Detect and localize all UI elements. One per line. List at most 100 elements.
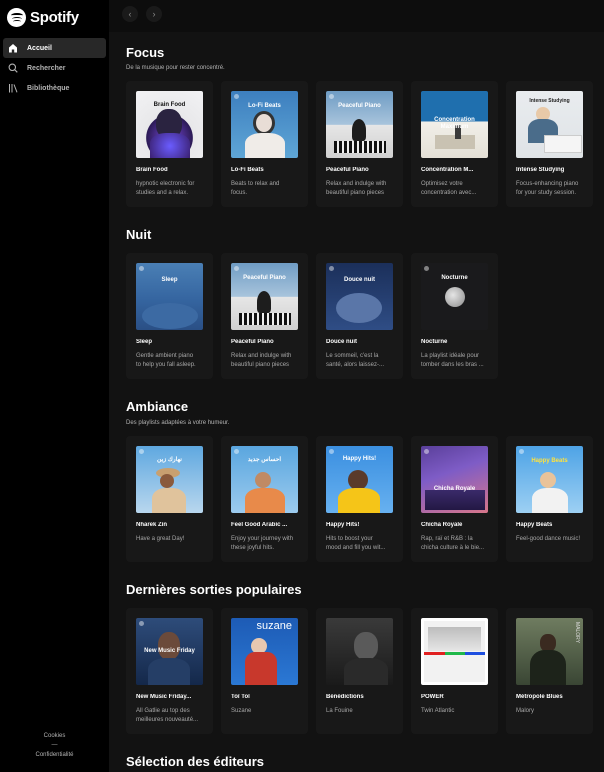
playlist-card[interactable]: Peaceful Piano Peaceful Piano Relax and … [316,81,403,207]
playlist-card[interactable]: Happy Hits! Happy Hits! Hits to boost yo… [316,436,403,562]
playlist-cover: Lo-Fi Beats [231,91,298,158]
sidebar: Spotify Accueil Rechercher Bibliothèque … [0,0,109,772]
scrollbar[interactable] [598,32,604,772]
card-title: Peaceful Piano [326,167,369,173]
card-title: Bénédictions [326,694,364,700]
card-description: Malory [516,708,535,714]
card-description: Relax and indulge with beautiful piano pi… [231,353,292,368]
sidebar-item-library[interactable]: Bibliothèque [3,78,106,98]
sidebar-item-label: Rechercher [27,64,66,72]
card-title: Chicha Royale [421,522,463,528]
card-description: Relax and indulge with beautiful piano pi… [326,181,387,196]
playlist-card[interactable]: Happy Beats Happy Beats Feel-good dance … [506,436,593,562]
section-title-ambiance[interactable]: Ambiance [126,399,188,414]
privacy-link[interactable]: Confidentialité [0,752,109,758]
search-icon [7,63,18,74]
playlist-cover: Douce nuit [326,263,393,330]
playlist-card[interactable]: Douce nuit Douce nuit Le sommeil, c'est … [316,253,403,379]
album-card[interactable]: suzane Toï Toï Suzane [221,608,308,734]
sidebar-item-label: Accueil [27,44,52,52]
sidebar-nav: Accueil Rechercher Bibliothèque [3,38,106,98]
sidebar-item-search[interactable]: Rechercher [3,58,106,78]
section-subtitle-focus: De la musique pour rester concentré. [126,65,225,71]
sidebar-item-label: Bibliothèque [27,84,70,92]
playlist-card[interactable]: Brain Food Brain Food hypnotic electroni… [126,81,213,207]
card-title: POWER [421,694,444,700]
card-description: hypnotic electronic for studies and a rel… [136,181,195,196]
card-title: Brain Food [136,167,168,173]
home-icon [7,43,18,54]
card-title: Feel Good Arabic ... [231,522,288,528]
card-description: La playlist idéale pour tomber dans les b… [421,353,484,368]
album-card[interactable]: Bénédictions La Fouine [316,608,403,734]
card-description: Suzane [231,708,252,714]
chevron-right-icon: › [152,9,156,19]
playlist-card[interactable]: Concentration Maximum Concentration M...… [411,81,498,207]
playlist-cover: Nocturne [421,263,488,330]
section-title-nuit[interactable]: Nuit [126,227,151,242]
album-cover: MALORY [516,618,583,685]
album-card[interactable]: POWER Twin Atlantic [411,608,498,734]
album-cover [421,618,488,685]
card-title: Nharek Zin [136,522,168,528]
card-description: Twin Atlantic [421,708,455,714]
playlist-cover: احساس جديد [231,446,298,513]
album-card[interactable]: MALORY Métropole Blues Malory [506,608,593,734]
card-title: Nocturne [421,339,448,345]
playlist-cover: Chicha Royale [421,446,488,513]
forward-button[interactable]: › [146,6,162,22]
section-subtitle-ambiance: Des playlists adaptées à votre humeur. [126,420,230,426]
card-description: Enjoy your journey with these joyful hits… [231,536,294,551]
album-cover [326,618,393,685]
back-button[interactable]: ‹ [122,6,138,22]
playlist-card[interactable]: Lo-Fi Beats Lo-Fi Beats Beats to relax a… [221,81,308,207]
playlist-card[interactable]: Intense Studying Intense Studying Focus-… [506,81,593,207]
card-title: Concentration M... [421,167,474,173]
playlist-card[interactable]: Nocturne Nocturne La playlist idéale pou… [411,253,498,379]
playlist-cover: Sleep [136,263,203,330]
card-title: Sleep [136,339,153,345]
playlist-cover: Intense Studying [516,91,583,158]
chevron-left-icon: ‹ [128,9,132,19]
playlist-cover: نهارك زين [136,446,203,513]
card-description: Gentle ambient piano to help you fall asl… [136,353,196,368]
playlist-card[interactable]: Sleep Sleep Gentle ambient piano to help … [126,253,213,379]
playlist-card[interactable]: New Music Friday New Music Friday... All… [126,608,213,734]
card-title: Douce nuit [326,339,357,345]
playlist-card[interactable]: نهارك زين Nharek Zin Have a great Day! [126,436,213,562]
playlist-card[interactable]: Chicha Royale Chicha Royale Rap, raï et … [411,436,498,562]
playlist-cover: Happy Hits! [326,446,393,513]
spotify-icon [7,7,26,27]
card-title: Peaceful Piano [231,339,274,345]
playlist-card[interactable]: احساس جديد Feel Good Arabic ... Enjoy yo… [221,436,308,562]
section-title-focus[interactable]: Focus [126,45,164,60]
card-description: All Gatlie au top des meilleures nouveaut… [136,708,199,723]
playlist-cover: Happy Beats [516,446,583,513]
card-description: Rap, raï et R&B : la chicha culture à le … [421,536,485,551]
main-content: Focus De la musique pour rester concentr… [109,32,604,772]
card-title: New Music Friday... [136,694,192,700]
section-title-editors-picks[interactable]: Sélection des éditeurs [126,754,264,769]
card-description: La Fouine [326,708,353,714]
card-description: Beats to relax and focus. [231,181,280,196]
card-title: Happy Hits! [326,522,360,528]
card-description: Have a great Day! [136,536,185,542]
card-description: Optimisez votre concentration avec... [421,181,477,196]
card-title: Toï Toï [231,694,250,700]
playlist-cover: New Music Friday [136,618,203,685]
card-description: Feel-good dance music! [516,536,581,542]
card-title: Métropole Blues [516,694,563,700]
card-title: Intense Studying [516,167,565,173]
section-title-new-releases[interactable]: Dernières sorties populaires [126,582,302,597]
playlist-cover: Brain Food [136,91,203,158]
playlist-card[interactable]: Peaceful Piano Peaceful Piano Relax and … [221,253,308,379]
album-cover: suzane [231,618,298,685]
card-description: Hits to boost your mood and fill you wit.… [326,536,386,551]
cookies-link[interactable]: Cookies [0,733,109,739]
card-title: Happy Beats [516,522,553,528]
playlist-cover: Peaceful Piano [231,263,298,330]
top-bar: ‹ › [109,0,604,32]
sidebar-item-home[interactable]: Accueil [3,38,106,58]
spotify-logo[interactable]: Spotify [7,7,79,27]
playlist-cover: Peaceful Piano [326,91,393,158]
